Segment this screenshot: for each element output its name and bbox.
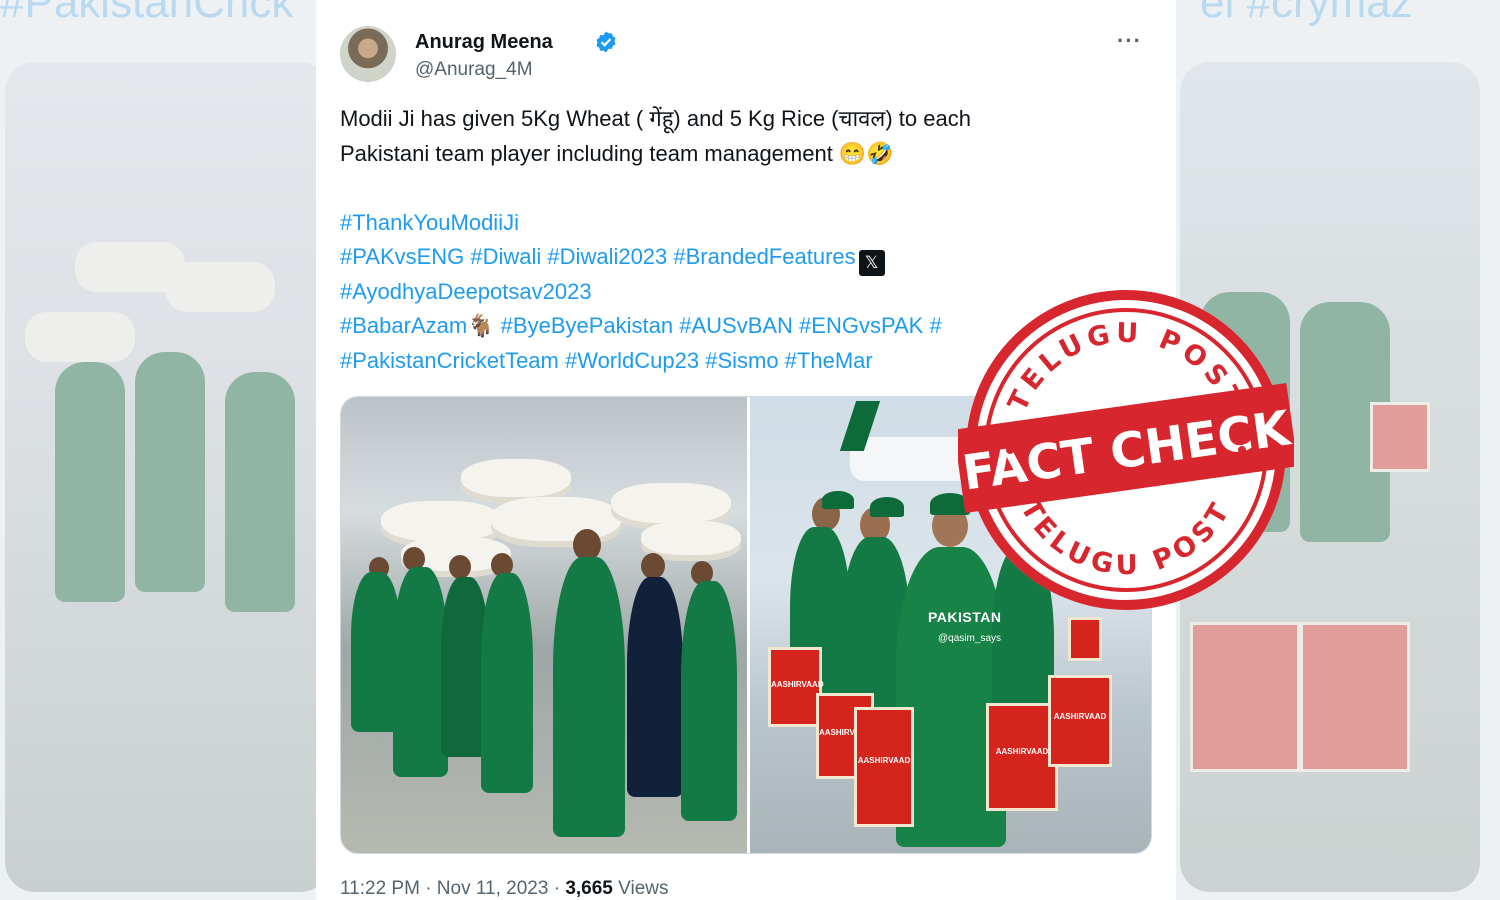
tweet-header: Anurag Meena @Anurag_4M ···: [340, 26, 1152, 86]
background-image-left: [5, 62, 330, 892]
tweet-metadata: 11:22 PM · Nov 11, 2023 · 3,665 Views: [340, 878, 668, 900]
hashtag-link[interactable]: #ThankYouModiiJi: [340, 210, 519, 235]
author-handle[interactable]: @Anurag_4M: [415, 59, 533, 81]
hashtag-link[interactable]: #PAKvsENG #Diwali #Diwali2023 #BrandedFe…: [340, 244, 856, 269]
views-label: Views: [612, 878, 669, 899]
more-options-icon[interactable]: ···: [1117, 28, 1142, 54]
timestamp-link[interactable]: 11:22 PM · Nov 11, 2023 ·: [340, 878, 565, 899]
avatar[interactable]: [340, 26, 396, 82]
x-logo-icon: 𝕏: [858, 250, 885, 276]
background-hashtag-right: el #crymaz: [1200, 0, 1413, 27]
fact-check-stamp: TELUGU POST TELUGU POST FACT CHECK: [958, 290, 1294, 610]
views-count: 3,665: [565, 878, 613, 899]
image-watermark: @qasim_says: [938, 633, 1001, 644]
hashtag-link[interactable]: #PakistanCricketTeam #WorldCup23 #Sismo …: [340, 348, 873, 373]
author-name[interactable]: Anurag Meena: [415, 31, 553, 54]
tweet-text-line: Modii Ji has given 5Kg Wheat ( गेंहू) an…: [340, 106, 971, 131]
hashtag-link[interactable]: #AyodhyaDeepotsav2023: [340, 279, 592, 304]
verified-badge-icon: [596, 31, 616, 53]
hashtag-link[interactable]: #BabarAzam🐐 #ByeByePakistan #AUSvBAN #EN…: [340, 313, 942, 338]
tweet-image-players-with-sacks[interactable]: [341, 397, 747, 853]
tweet-text-line: Pakistani team player including team man…: [340, 140, 894, 166]
background-hashtag-left: #PakistanCrick: [0, 0, 294, 27]
